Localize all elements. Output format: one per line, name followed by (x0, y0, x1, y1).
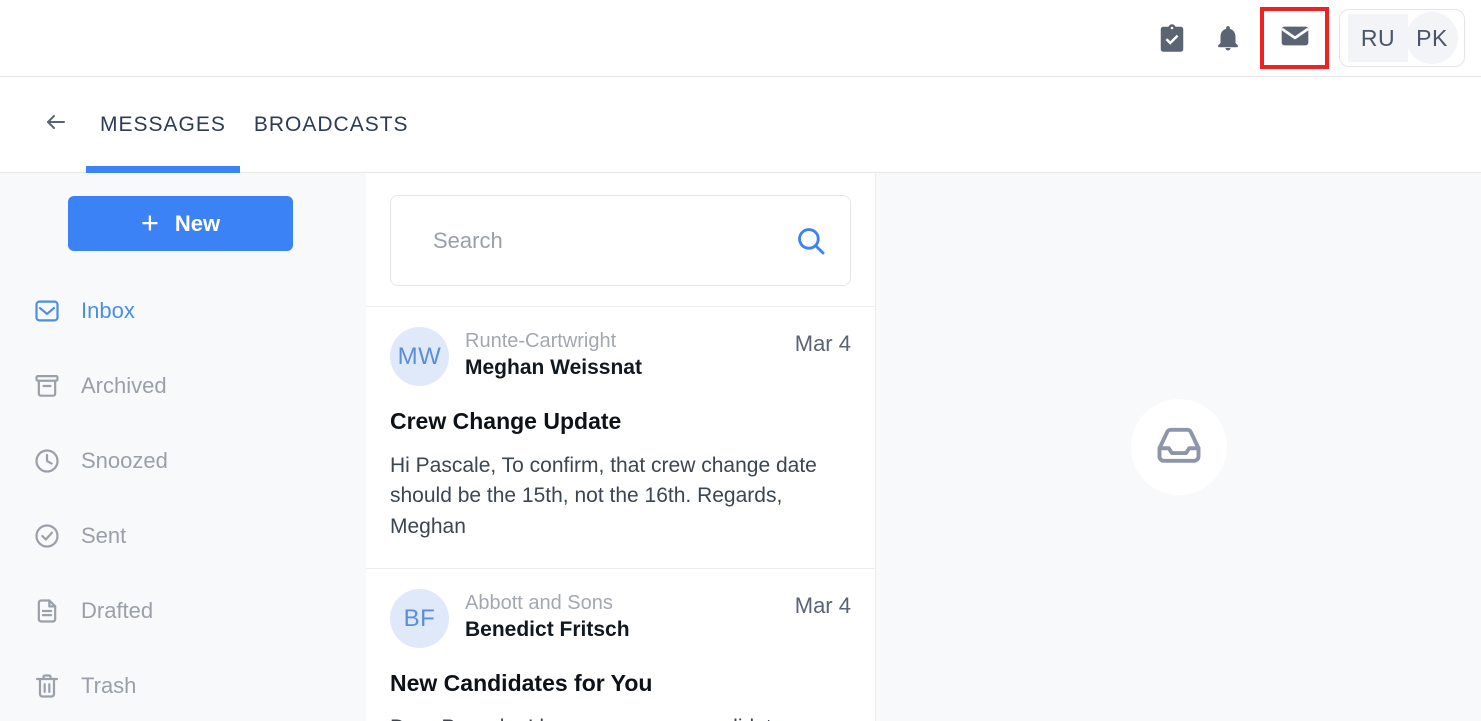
new-message-button-label: New (174, 210, 221, 236)
sidebar-item-archived-label: Archived (81, 373, 167, 398)
message-list-item[interactable]: MW Runte-Cartwright Meghan Weissnat Mar … (366, 307, 875, 570)
message-detail-empty-pane (876, 173, 1481, 721)
org-avatar[interactable]: RU (1348, 14, 1408, 62)
message-subject: Crew Change Update (390, 408, 622, 434)
tab-messages-label: MESSAGES (100, 112, 226, 136)
clock-icon (32, 446, 62, 476)
archive-icon (32, 371, 62, 401)
messages-envelope-highlight-box[interactable] (1260, 7, 1329, 69)
message-date: Mar 4 (794, 331, 851, 356)
document-icon (32, 596, 62, 626)
top-header-bar: RU PK (0, 0, 1481, 77)
sidebar-nav-list: Inbox Archived Snoozed Sent Drafted Tras… (0, 286, 366, 711)
notifications-bell-icon-button[interactable] (1200, 10, 1256, 66)
tasks-clipboard-icon-button[interactable] (1144, 10, 1200, 66)
message-header: BF Abbott and Sons Benedict Fritsch Mar … (390, 589, 851, 649)
inbox-tray-icon (1153, 419, 1205, 476)
user-avatar[interactable]: PK (1406, 12, 1458, 64)
sidebar-item-archived[interactable]: Archived (0, 361, 366, 411)
workspace: + New Inbox Archived Snoozed Sent Drafte… (0, 173, 1481, 721)
tasks-clipboard-icon (1157, 22, 1187, 54)
sidebar-item-inbox[interactable]: Inbox (0, 286, 366, 336)
message-preview: Hi Pascale, To confirm, that crew change… (390, 454, 817, 538)
plus-icon: + (140, 204, 159, 240)
sidebar-item-drafted[interactable]: Drafted (0, 586, 366, 636)
sidebar-item-inbox-label: Inbox (81, 298, 135, 323)
message-company: Runte-Cartwright (465, 330, 617, 352)
avatar-group[interactable]: RU PK (1339, 9, 1465, 67)
sidebar-item-trash[interactable]: Trash (0, 661, 366, 711)
message-sender-block: Runte-Cartwright Meghan Weissnat (465, 327, 779, 382)
sidebar-item-sent-label: Sent (81, 523, 127, 548)
tab-broadcasts-label: BROADCASTS (253, 112, 409, 136)
message-list-item[interactable]: BF Abbott and Sons Benedict Fritsch Mar … (366, 569, 875, 721)
tab-bar: MESSAGES BROADCASTS (0, 77, 1481, 173)
search-icon[interactable] (794, 224, 828, 258)
messages-envelope-icon (1279, 20, 1311, 57)
tab-messages[interactable]: MESSAGES (86, 77, 240, 173)
sidebar-item-trash-label: Trash (81, 673, 137, 698)
message-header: MW Runte-Cartwright Meghan Weissnat Mar … (390, 327, 851, 386)
sidebar-item-snoozed[interactable]: Snoozed (0, 436, 366, 486)
message-sender-block: Abbott and Sons Benedict Fritsch (465, 589, 779, 644)
back-arrow-icon-button[interactable] (34, 103, 78, 147)
message-list-panel: MW Runte-Cartwright Meghan Weissnat Mar … (366, 173, 876, 721)
header-icon-group: RU PK (1144, 7, 1481, 69)
sidebar-item-sent[interactable]: Sent (0, 511, 366, 561)
message-company: Abbott and Sons (465, 592, 613, 615)
empty-state-badge (1130, 399, 1227, 495)
search-input[interactable] (433, 227, 794, 254)
search-section (366, 173, 875, 307)
back-arrow-icon (41, 110, 71, 139)
inbox-icon (32, 296, 62, 326)
message-subject: New Candidates for You (390, 670, 653, 697)
sidebar-item-drafted-label: Drafted (81, 598, 154, 623)
search-box[interactable] (390, 195, 851, 286)
message-person: Meghan Weissnat (465, 356, 642, 379)
message-preview: Dear Pascale, I have some new candidates… (390, 713, 851, 721)
sidebar: + New Inbox Archived Snoozed Sent Drafte… (0, 173, 366, 721)
new-message-button[interactable]: + New (68, 196, 293, 251)
message-person: Benedict Fritsch (465, 618, 630, 642)
avatar: BF (390, 589, 449, 649)
message-date: Mar 4 (794, 593, 851, 619)
check-circle-icon (32, 521, 62, 551)
avatar: MW (390, 327, 449, 386)
trash-icon (32, 671, 62, 701)
tab-broadcasts[interactable]: BROADCASTS (240, 77, 423, 173)
notifications-bell-icon (1213, 22, 1243, 54)
sidebar-item-snoozed-label: Snoozed (81, 448, 168, 473)
